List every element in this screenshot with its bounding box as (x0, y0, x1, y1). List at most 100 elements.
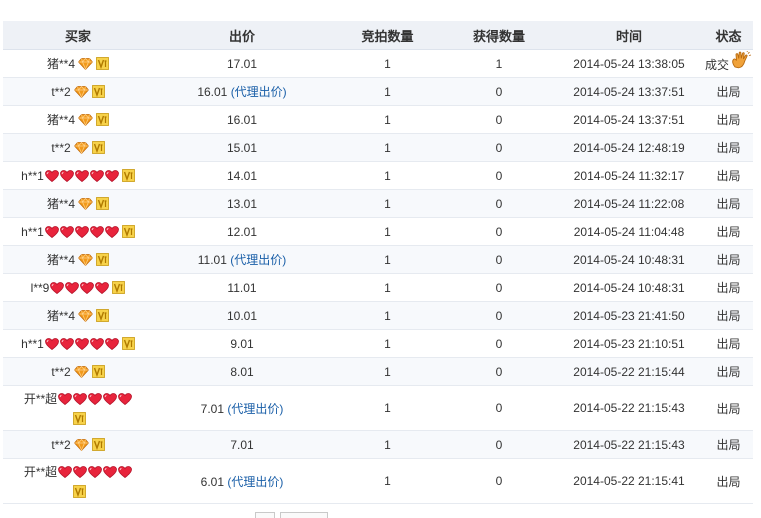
won-quantity-cell: 0 (444, 385, 554, 431)
table-row: 开**超 7.01 (代理出价) 1 0 2014-05-22 21:15:43 出局 (3, 385, 753, 431)
price-cell: 8.01 (153, 357, 331, 386)
heart-rank-icon (88, 466, 103, 478)
status-cell: 出局 (704, 301, 753, 330)
vip-badge-icon (121, 225, 135, 239)
column-header-won-quantity: 获得数量 (444, 21, 554, 50)
bid-quantity-cell: 1 (331, 217, 444, 246)
heart-rank-icon (89, 226, 104, 238)
buyer-name: t**2 (51, 437, 71, 452)
bid-quantity-cell: 1 (331, 385, 444, 431)
bid-time-cell: 2014-05-24 11:22:08 (554, 189, 704, 218)
bid-status: 成交 (704, 57, 729, 72)
heart-rank-icon (118, 393, 133, 405)
bid-price: 14.01 (226, 168, 258, 183)
heart-rank-icon (58, 466, 73, 478)
buyer-cell: 猪**4 (3, 245, 153, 274)
vip-badge-icon (91, 438, 105, 452)
table-row: 猪**4 11.01 (代理出价) 1 0 2014-05-24 10:48:31 出局 (3, 245, 753, 274)
table-row: h**1 9.01 1 0 2014-05-23 21:10:51 出局 (3, 329, 753, 358)
bid-price: 8.01 (230, 364, 254, 379)
price-cell: 16.01 (153, 105, 331, 134)
bid-time-cell: 2014-05-24 13:38:05 (554, 49, 704, 78)
bid-status: 出局 (716, 365, 741, 379)
table-row: l**9 11.01 1 0 2014-05-24 10:48:31 出局 (3, 273, 753, 302)
won-quantity-cell: 0 (444, 161, 554, 190)
bid-time-cell: 2014-05-24 12:48:19 (554, 133, 704, 162)
diamond-rank-icon (78, 253, 93, 266)
buyer-name: 猪**4 (46, 309, 75, 323)
vip-badge-icon (96, 113, 109, 126)
price-cell: 9.01 (153, 329, 331, 358)
bid-time-cell: 2014-05-22 21:15:41 (554, 458, 704, 504)
vip-badge-icon (96, 197, 109, 210)
won-quantity-cell: 0 (444, 105, 554, 134)
heart-rank-icon (44, 170, 59, 182)
status-cell: 出局 (704, 105, 753, 134)
won-quantity-cell: 1 (444, 49, 554, 78)
vip-badge-icon (91, 85, 105, 99)
heart-rank-icon (44, 226, 59, 238)
heart-rank-icon (104, 338, 119, 350)
buyer-name: h**1 (21, 224, 44, 239)
heart-rank-icon (44, 338, 59, 350)
status-cell: 成交 (704, 49, 753, 78)
bid-price: 10.01 (226, 308, 258, 323)
buyer-name: h**1 (21, 168, 44, 183)
bid-status: 出局 (716, 85, 741, 99)
proxy-bid-label: (代理出价) (230, 253, 287, 267)
buyer-name: 猪**4 (46, 57, 75, 71)
buyer-cell: 开**超 (3, 458, 153, 504)
table-header-row: 买家 出价 竞拍数量 获得数量 时间 状态 (3, 21, 753, 50)
bid-quantity-cell: 1 (331, 49, 444, 78)
heart-rank-icon (104, 170, 119, 182)
heart-rank-icon (88, 393, 103, 405)
bid-time-cell: 2014-05-24 13:37:51 (554, 105, 704, 134)
status-cell: 出局 (704, 245, 753, 274)
column-header-price: 出价 (153, 21, 331, 50)
won-quantity-cell: 0 (444, 430, 554, 459)
table-row: 猪**4 16.01 1 0 2014-05-24 13:37:51 出局 (3, 105, 753, 134)
bid-status: 出局 (716, 438, 741, 452)
bid-price: 15.01 (226, 140, 258, 155)
table-row: h**1 12.01 1 0 2014-05-24 11:04:48 出局 (3, 217, 753, 246)
price-cell: 11.01 (代理出价) (153, 245, 331, 274)
heart-rank-icon (104, 226, 119, 238)
heart-rank-icon (59, 170, 74, 182)
bid-status: 出局 (716, 113, 741, 127)
won-quantity-cell: 0 (444, 357, 554, 386)
buyer-name: t**2 (51, 140, 71, 155)
column-header-time: 时间 (554, 21, 704, 50)
status-cell: 出局 (704, 189, 753, 218)
bid-price: 16.01 (226, 112, 258, 127)
buyer-cell: 猪**4 (3, 49, 153, 78)
vip-badge-icon (96, 57, 109, 70)
buyer-cell: h**1 (3, 217, 153, 246)
bid-quantity-cell: 1 (331, 245, 444, 274)
buyer-cell: h**1 (3, 329, 153, 358)
bid-status: 出局 (716, 169, 741, 183)
pagination-button-next[interactable] (280, 512, 328, 518)
bid-time-cell: 2014-05-24 11:32:17 (554, 161, 704, 190)
bid-status: 出局 (716, 474, 741, 489)
bid-price: 12.01 (226, 224, 258, 239)
won-quantity-cell: 0 (444, 217, 554, 246)
bid-quantity-cell: 1 (331, 329, 444, 358)
vip-badge-icon (73, 485, 86, 499)
column-header-status: 状态 (704, 21, 753, 50)
table-row: h**1 14.01 1 0 2014-05-24 11:32:17 出局 (3, 161, 753, 190)
price-cell: 13.01 (153, 189, 331, 218)
pagination-button-prev[interactable] (255, 512, 275, 518)
heart-rank-icon (95, 282, 110, 294)
bid-quantity-cell: 1 (331, 77, 444, 106)
buyer-cell: h**1 (3, 161, 153, 190)
bid-time-cell: 2014-05-24 10:48:31 (554, 245, 704, 274)
buyer-name: t**2 (51, 364, 71, 379)
table-row: t**2 16.01 (代理出价) 1 0 2014-05-24 13:37:51 出局 (3, 77, 753, 106)
vip-badge-icon (112, 281, 126, 295)
table-row: t**2 15.01 1 0 2014-05-24 12:48:19 出局 (3, 133, 753, 162)
bid-status: 出局 (716, 309, 741, 323)
proxy-bid-label: (代理出价) (227, 474, 284, 489)
bid-price: 13.01 (226, 196, 258, 211)
won-quantity-cell: 0 (444, 301, 554, 330)
buyer-cell: t**2 (3, 357, 153, 386)
